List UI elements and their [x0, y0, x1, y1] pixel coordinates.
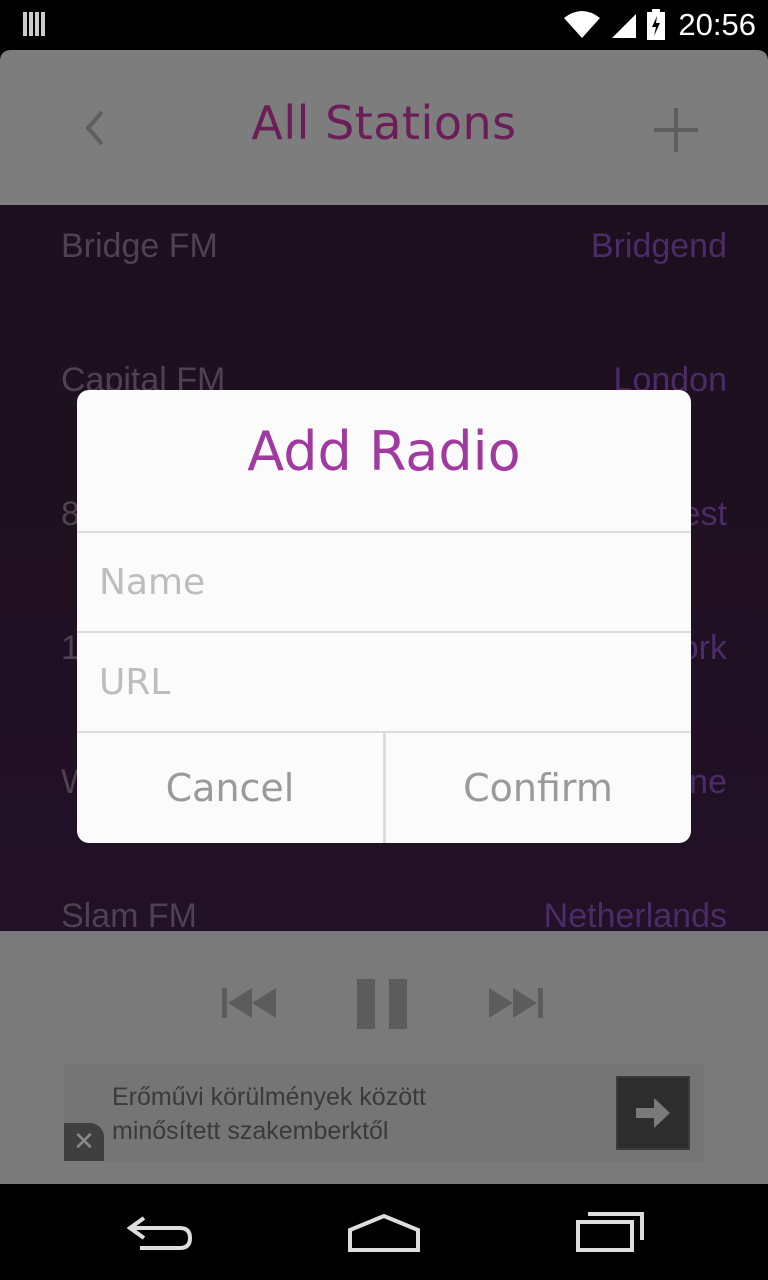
next-icon[interactable]: [487, 986, 543, 1020]
ad-line-2: minősített szakemberktől: [112, 1117, 389, 1145]
ad-line-1: Erőművi körülmények között: [112, 1083, 427, 1111]
name-input[interactable]: [97, 533, 671, 631]
recents-nav-icon[interactable]: [574, 1210, 646, 1254]
previous-icon[interactable]: [222, 986, 278, 1020]
home-nav-icon[interactable]: [346, 1210, 422, 1254]
pause-icon[interactable]: [355, 977, 409, 1031]
dialog-title: Add Radio: [247, 420, 521, 483]
station-location: ne: [689, 763, 727, 801]
wifi-icon: [564, 11, 601, 38]
ad-go-button[interactable]: [616, 1076, 690, 1150]
signal-icon: [612, 14, 637, 38]
add-radio-dialog: Add Radio Cancel Confirm: [77, 390, 691, 843]
add-icon[interactable]: [652, 106, 700, 154]
header: All Stations: [0, 50, 768, 205]
station-name: Bridge FM: [61, 227, 218, 265]
navigation-bar: [0, 1184, 768, 1280]
confirm-button[interactable]: Confirm: [385, 733, 691, 843]
url-input[interactable]: [97, 633, 671, 731]
notification-icon: [23, 12, 45, 36]
status-bar: 20:56: [0, 0, 768, 50]
dialog-buttons: Cancel Confirm: [77, 731, 691, 843]
back-nav-icon[interactable]: [124, 1210, 196, 1254]
station-location: Bridgend: [590, 227, 727, 265]
name-field-row: [77, 531, 691, 631]
player-bar: Erőművi körülmények között minősített sz…: [0, 931, 768, 1184]
arrow-right-icon: [636, 1098, 670, 1128]
cancel-button[interactable]: Cancel: [77, 733, 383, 843]
url-field-row: [77, 631, 691, 731]
list-item[interactable]: Bridge FM Bridgend: [0, 205, 768, 339]
battery-icon: [647, 9, 666, 40]
clock: 20:56: [678, 7, 756, 42]
ad-text: Erőművi körülmények között minősített sz…: [112, 1080, 426, 1148]
ad-close-button[interactable]: ✕: [64, 1123, 104, 1161]
ad-banner[interactable]: Erőművi körülmények között minősített sz…: [64, 1064, 704, 1161]
